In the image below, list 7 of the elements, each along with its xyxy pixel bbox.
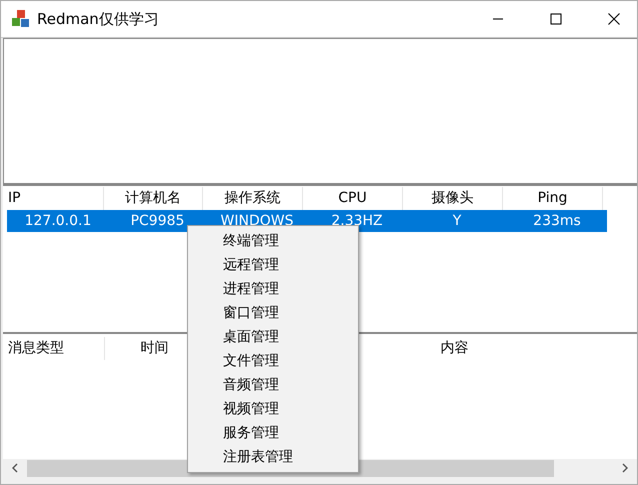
table-cell-text: PC9985 [130,213,186,229]
table-cell-text: 233ms [532,213,582,229]
table-cell-text: 2.33HZ [330,213,384,229]
window-title: Redman仅供学习 [37,10,159,28]
table-cell-text: WINDOWS [220,213,294,229]
table-cell-text: 127.0.0.1 [24,213,92,229]
table-cell-text: Y [452,213,462,229]
